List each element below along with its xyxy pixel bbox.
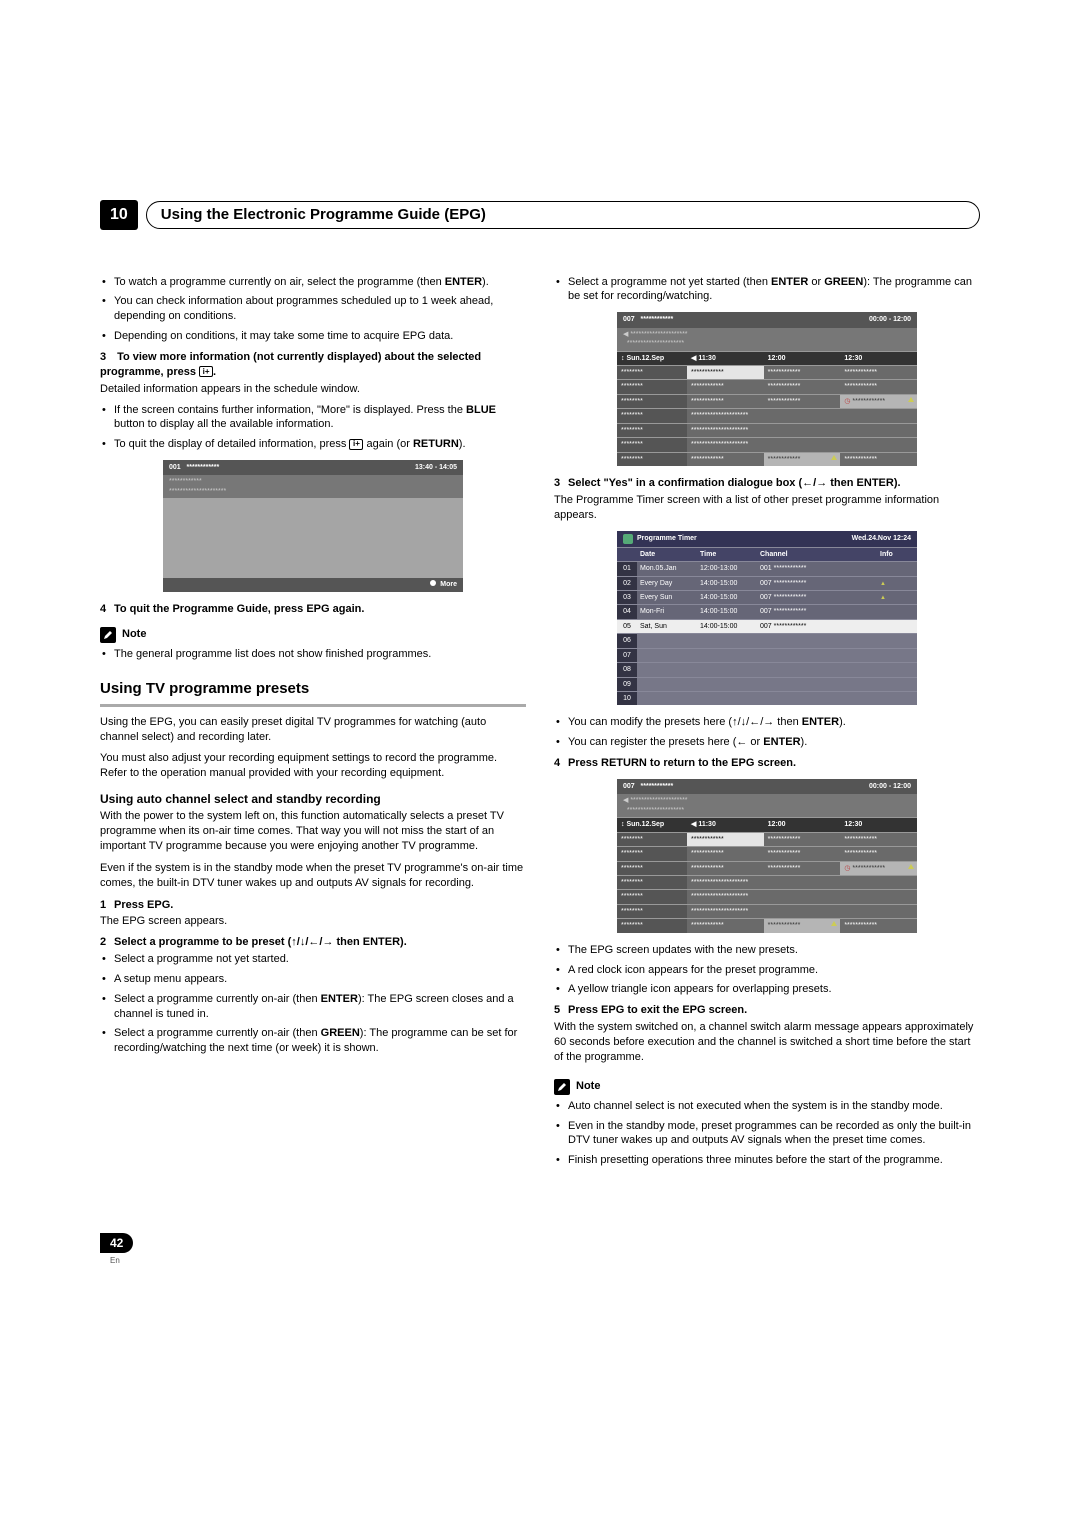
below-bullet-2: A red clock icon appears for the preset … <box>568 963 980 978</box>
right-step-3-heading: 3Select "Yes" in a confirmation dialogue… <box>554 476 980 491</box>
step-4-heading: 4To quit the Programme Guide, press EPG … <box>100 602 526 617</box>
page-number: 42 <box>100 1233 133 1253</box>
timer-icon <box>623 534 633 544</box>
pencil-icon <box>554 1079 570 1095</box>
pencil-icon <box>100 627 116 643</box>
right-column: Select a programme not yet started (then… <box>554 275 980 1173</box>
right-top-bullet: Select a programme not yet started (then… <box>554 275 980 305</box>
presets-p1: Using the EPG, you can easily preset dig… <box>100 715 526 745</box>
modify-bullet-2: You can register the presets here (← or … <box>568 735 980 750</box>
right-step-4-heading: 4Press RETURN to return to the EPG scree… <box>554 756 980 771</box>
epg-grid-screenshot-2: 007 ************00:00 - 12:00 ◀ ********… <box>617 779 917 933</box>
below-bullet-1: The EPG screen updates with the new pres… <box>568 943 980 958</box>
step-2-bullet-1: Select a programme not yet started. <box>114 952 526 967</box>
step-2-bullets: Select a programme not yet started. A se… <box>100 952 526 1056</box>
chapter-number: 10 <box>100 200 138 230</box>
note-bullets-2: Auto channel select is not executed when… <box>554 1099 980 1168</box>
auto-p2: Even if the system is in the standby mod… <box>100 861 526 891</box>
intro-bullet-3: Depending on conditions, it may take som… <box>114 329 526 344</box>
intro-bullet-1: To watch a programme currently on air, s… <box>114 275 526 290</box>
page-lang: En <box>110 1256 120 1265</box>
right-step-5-heading: 5Press EPG to exit the EPG screen. <box>554 1003 980 1018</box>
presets-p2: You must also adjust your recording equi… <box>100 751 526 781</box>
step-2-bullet-4: Select a programme currently on-air (the… <box>114 1026 526 1056</box>
info-plus-icon <box>199 366 213 377</box>
step-1-after: The EPG screen appears. <box>100 914 526 929</box>
step-3-bullet-1: If the screen contains further informati… <box>114 403 526 433</box>
epg-detail-screenshot: 001 ************ 13:40 - 14:05 *********… <box>163 460 463 592</box>
modify-bullet-1: You can modify the presets here (↑/↓/←/→… <box>568 715 980 730</box>
sub-heading-auto: Using auto channel select and standby re… <box>100 791 526 807</box>
right-step-5-after: With the system switched on, a channel s… <box>554 1020 980 1065</box>
epg-grid-screenshot-1: 007 ************00:00 - 12:00 ◀ ********… <box>617 312 917 466</box>
step-3-after: Detailed information appears in the sche… <box>100 382 526 397</box>
step-2-heading: 2Select a programme to be preset (↑/↓/←/… <box>100 935 526 950</box>
left-column: To watch a programme currently on air, s… <box>100 275 526 1173</box>
right-top-bullet-1: Select a programme not yet started (then… <box>568 275 980 305</box>
step-3-heading: 3 To view more information (not currentl… <box>100 350 526 380</box>
intro-bullet-2: You can check information about programm… <box>114 294 526 324</box>
chapter-header: 10 Using the Electronic Programme Guide … <box>100 200 980 230</box>
chapter-title: Using the Electronic Programme Guide (EP… <box>146 201 980 229</box>
programme-timer-screenshot: Programme Timer Wed.24.Nov 12:24 DateTim… <box>617 531 917 706</box>
page-footer: 42 En <box>100 1233 980 1268</box>
below-bullets: The EPG screen updates with the new pres… <box>554 943 980 998</box>
note-1: The general programme list does not show… <box>114 647 526 662</box>
note-label-2: Note <box>554 1079 600 1095</box>
note-bullets-1: The general programme list does not show… <box>100 647 526 662</box>
step-3-bullets: If the screen contains further informati… <box>100 403 526 453</box>
step-2-bullet-2: A setup menu appears. <box>114 972 526 987</box>
step-1-heading: 1Press EPG. <box>100 898 526 913</box>
modify-bullets: You can modify the presets here (↑/↓/←/→… <box>554 715 980 750</box>
info-plus-icon <box>349 439 363 450</box>
auto-p1: With the power to the system left on, th… <box>100 809 526 854</box>
step-2-bullet-3: Select a programme currently on-air (the… <box>114 992 526 1022</box>
section-heading-presets: Using TV programme presets <box>100 679 526 699</box>
right-step-3-after: The Programme Timer screen with a list o… <box>554 493 980 523</box>
note-label: Note <box>100 627 146 643</box>
intro-bullets: To watch a programme currently on air, s… <box>100 275 526 344</box>
note2-bullet-2: Even in the standby mode, preset program… <box>568 1119 980 1149</box>
below-bullet-3: A yellow triangle icon appears for overl… <box>568 982 980 997</box>
step-3-bullet-2: To quit the display of detailed informat… <box>114 437 526 452</box>
note2-bullet-3: Finish presetting operations three minut… <box>568 1153 980 1168</box>
note2-bullet-1: Auto channel select is not executed when… <box>568 1099 980 1114</box>
